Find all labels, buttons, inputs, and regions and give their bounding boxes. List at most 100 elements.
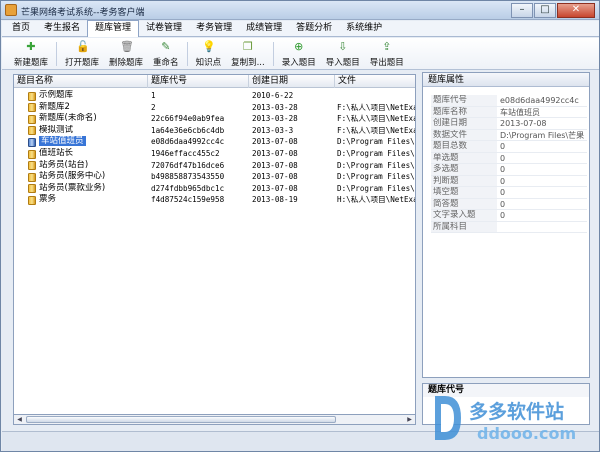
app-icon [5,4,17,16]
menu-tab-3[interactable]: 试卷管理 [139,21,189,36]
column-header-file[interactable]: 文件 [335,75,415,88]
lock-icon: 🔓 [76,40,90,53]
property-row[interactable]: 判断题 0 [431,175,587,187]
table-row[interactable]: 模拟测试 1a64e36e6cb6c4db 2013-03-3 F:\私人\项目\Ne… [14,125,415,137]
cell-date: 2010-6-22 [252,91,294,100]
scrollbar-thumb[interactable] [26,416,336,423]
property-value: 0 [500,142,506,151]
toolbar-button-8[interactable]: ⇪ 导出题目 [366,38,408,69]
table-row[interactable]: 值班站长 1946effacc455c2 2013-07-08 D:\Program … [14,148,415,160]
menu-tab-6[interactable]: 答题分析 [289,21,339,36]
cell-date: 2013-03-28 [252,102,298,112]
export-icon: ⇪ [382,40,392,53]
table-row[interactable]: 站务员(服务中心) b498858873543550 2013-07-08 D:\Pr… [14,171,416,183]
toolbar-separator [56,42,58,66]
table-row[interactable]: 示例题库 1 2010-6-22 [14,90,415,102]
property-row[interactable]: 多选题 0 [431,164,587,176]
close-button[interactable]: ✕ [557,3,595,18]
property-key: 多选题 [431,164,497,175]
table-cell: 车站值班员 [39,136,147,148]
menu-tab-4[interactable]: 考务管理 [189,21,239,36]
cell-file: H:\私人\项目\NetExa [337,195,416,205]
maximize-button[interactable]: □ [534,3,556,18]
toolbar-button-label: 知识点 [195,58,222,68]
table-row[interactable]: 站务员(站台) 72076df47b16dce6 2013-07-08 D:\Prog… [14,160,415,172]
cell-name: 车站值班员 [39,136,86,147]
toolbar-button-label: 录入题目 [281,58,316,68]
property-value: 车站值班员 [500,107,540,117]
table-cell: 2010-6-22 [252,90,334,102]
cell-date: 2013-07-08 [252,137,298,147]
cell-name: 票务 [39,194,57,205]
table-cell: 2013-07-08 [252,171,334,183]
toolbar-button-6[interactable]: ⊕ 录入题目 [278,38,320,69]
cell-code: f4d87524c159e958 [151,195,225,205]
toolbar-button-label: 导出题目 [369,58,404,68]
table-cell: D:\Program Files\芒 [337,183,415,195]
menu-tab-2[interactable]: 题库管理 [87,20,140,37]
title-bar[interactable]: 芒果网络考试系统--考务客户端 – □ ✕ [1,1,599,20]
table-cell: d274fdbb965dbc1c [151,183,249,195]
property-key: 填空题 [431,187,497,198]
window-controls: – □ ✕ [510,3,595,18]
property-row[interactable]: 所属科目 [431,221,587,233]
table-cell: 2013-03-28 [252,102,334,114]
table-cell: b498858873543550 [151,171,249,183]
toolbar-button-7[interactable]: ⇩ 导入题目 [322,38,364,69]
database-icon [28,103,36,113]
table-cell: 站务员(服务中心) [39,171,147,183]
column-header-code[interactable]: 题库代号 [148,75,249,88]
menu-tab-1[interactable]: 考生报名 [37,21,87,36]
minimize-button[interactable]: – [511,3,533,18]
database-icon [28,149,36,159]
toolbar-button-1[interactable]: 🔓 打开题库 [61,38,103,69]
property-row[interactable]: 简答题 0 [431,198,587,210]
toolbar-button-4[interactable]: 💡 知识点 [192,38,226,69]
column-header-date[interactable]: 创建日期 [249,75,335,88]
toolbar-button-2[interactable]: 🗑 删除题库 [105,38,147,69]
menu-tab-0[interactable]: 首页 [5,21,37,36]
scroll-right-arrow-icon[interactable]: ▶ [404,415,415,424]
table-row[interactable]: 站务员(票款业务) d274fdbb965dbc1c 2013-07-08 D:\Pr… [14,183,415,195]
property-key: 文字录入题 [431,210,497,221]
window-title: 芒果网络考试系统--考务客户端 [21,8,145,18]
property-row[interactable]: 填空题 0 [431,187,587,199]
property-key: 单选题 [431,152,497,163]
watermark: 多多软件站 ddooo.com [431,390,596,448]
property-row[interactable]: 题库代号 e08d6daa4992cc4c [431,95,587,107]
pencil-icon: ✎ [161,40,171,53]
property-value: 0 [500,199,506,209]
table-cell: 新题库(未命名) [39,113,147,125]
property-row[interactable]: 题目总数 0 [431,141,587,153]
table-row[interactable]: 票务 f4d87524c159e958 2013-08-19 H:\私人\项目\Net… [14,194,416,206]
table-row[interactable]: 车站值班员 e08d6daa4992cc4c 2013-07-08 D:\Progra… [14,136,415,148]
property-row[interactable]: 创建日期 2013-07-08 [431,118,587,130]
table-cell: 2013-07-08 [252,136,334,148]
menu-bar: 首页 考生报名 题库管理 试卷管理 考务管理 成绩管理 答题分析 系统维护 [2,20,599,37]
table-cell: 2013-07-08 [252,148,334,160]
cell-file: D:\Program Files\芒 [337,172,416,182]
database-icon [28,126,36,136]
column-header-name[interactable]: 题目名称 [14,75,148,88]
horizontal-scrollbar[interactable]: ◀ ▶ [13,414,416,425]
scroll-left-arrow-icon[interactable]: ◀ [14,415,25,424]
table-cell: 站务员(票款业务) [39,183,147,195]
toolbar-button-label: 导入题目 [325,58,360,68]
cell-name: 站务员(票款业务) [39,182,106,193]
table-row[interactable]: 新题库2 2 2013-03-28 F:\私人\项目\NetExa [14,102,415,114]
property-row[interactable]: 数据文件 D:\Program Files\芒果 [431,129,587,141]
property-row[interactable]: 题库名称 车站值班员 [431,106,587,118]
menu-tab-5[interactable]: 成绩管理 [239,21,289,36]
menu-tab-7[interactable]: 系统维护 [339,21,389,36]
toolbar-button-0[interactable]: ✚ 新建题库 [10,38,52,69]
toolbar-button-3[interactable]: ✎ 重命名 [149,38,183,69]
toolbar-button-5[interactable]: ❐ 复制到... [227,38,269,69]
property-key: 所属科目 [431,221,497,232]
table-cell: 值班站长 [39,148,147,160]
property-row[interactable]: 单选题 0 [431,152,587,164]
cell-code: 1 [151,91,156,100]
cell-name: 新题库(未命名) [39,113,97,124]
table-cell: 站务员(站台) [39,160,147,172]
property-row[interactable]: 文字录入题 0 [431,210,587,222]
table-row[interactable]: 新题库(未命名) 22c66f94e0ab9fea 2013-03-28 F:\私人\… [14,113,415,125]
